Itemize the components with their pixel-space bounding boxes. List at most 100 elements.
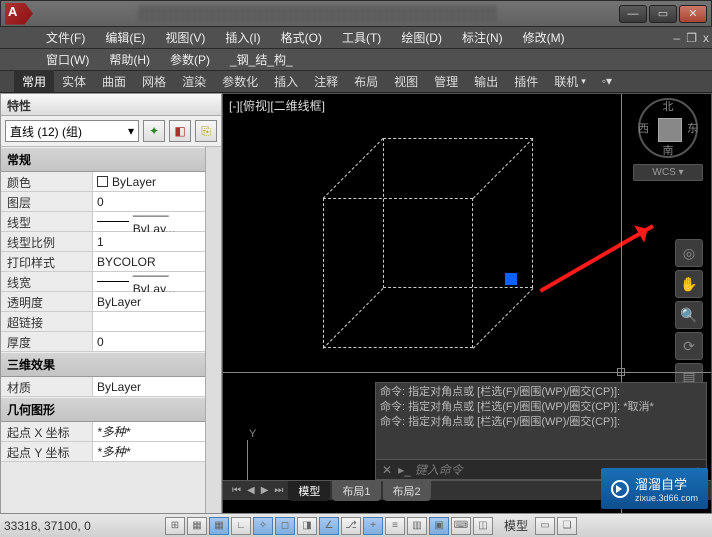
tab-mesh[interactable]: 网格: [134, 70, 174, 92]
property-row[interactable]: 起点 X 坐标*多种*: [1, 422, 205, 442]
command-close-icon[interactable]: ✕: [376, 463, 398, 477]
ducs-toggle[interactable]: ⎇: [341, 517, 361, 535]
doc-close[interactable]: x: [700, 31, 712, 45]
selected-objects[interactable]: [323, 138, 538, 368]
minimize-button[interactable]: —: [619, 5, 647, 23]
viewcube-face[interactable]: [658, 118, 682, 142]
menu-steel[interactable]: _钢_结_构_: [220, 49, 303, 71]
menu-draw[interactable]: 绘图(D): [391, 27, 452, 49]
property-value[interactable]: 0: [93, 332, 205, 351]
property-row[interactable]: 线宽——— ByLay...: [1, 272, 205, 292]
menu-param[interactable]: 参数(P): [160, 49, 220, 71]
infer-constraints[interactable]: ⊞: [165, 517, 185, 535]
category-header[interactable]: 常规⌄: [1, 147, 205, 172]
menu-file[interactable]: 文件(F): [36, 27, 95, 49]
property-value[interactable]: ——— ByLay...: [93, 212, 205, 231]
tab-surface[interactable]: 曲面: [94, 70, 134, 92]
lineweight-toggle[interactable]: ≡: [385, 517, 405, 535]
tab-output[interactable]: 输出: [466, 70, 506, 92]
property-row[interactable]: 颜色ByLayer: [1, 172, 205, 192]
osnap-toggle[interactable]: ◻: [275, 517, 295, 535]
am-toggle[interactable]: ◫: [473, 517, 493, 535]
tab-online[interactable]: 联机▾: [546, 70, 594, 92]
tab-layout[interactable]: 布局: [346, 70, 386, 92]
menu-format[interactable]: 格式(O): [271, 27, 332, 49]
property-value[interactable]: ——— ByLay...: [93, 272, 205, 291]
transparency-toggle[interactable]: ▥: [407, 517, 427, 535]
snap-toggle[interactable]: ▦: [187, 517, 207, 535]
otrack-toggle[interactable]: ∠: [319, 517, 339, 535]
tab-annot[interactable]: 注释: [306, 70, 346, 92]
menu-view[interactable]: 视图(V): [155, 27, 215, 49]
coordinate-readout[interactable]: 33318, 37100, 0: [4, 519, 164, 533]
command-window[interactable]: 命令: 指定对角点或 [栏选(F)/圈围(WP)/圈交(CP)]:命令: 指定对…: [375, 382, 707, 480]
tab-view[interactable]: 视图: [386, 70, 426, 92]
property-row[interactable]: 线型——— ByLay...: [1, 212, 205, 232]
tab-solid[interactable]: 实体: [54, 70, 94, 92]
selection-dropdown[interactable]: 直线 (12) (组) ▾: [5, 120, 139, 142]
property-row[interactable]: 超链接: [1, 312, 205, 332]
tab-model[interactable]: 模型: [288, 481, 330, 501]
property-value[interactable]: ByLayer: [93, 172, 205, 191]
menu-dim[interactable]: 标注(N): [452, 27, 513, 49]
property-value[interactable]: 1: [93, 232, 205, 251]
property-row[interactable]: 线型比例1: [1, 232, 205, 252]
compass-ring[interactable]: 北 南 东 西: [638, 98, 698, 158]
viewcube[interactable]: 北 南 东 西 WCS ▾: [633, 98, 703, 188]
ortho-toggle[interactable]: ∟: [231, 517, 251, 535]
tab-prev[interactable]: ◀: [244, 485, 258, 496]
pan-button[interactable]: ✋: [675, 270, 703, 298]
grid-toggle[interactable]: ▦: [209, 517, 229, 535]
orbit-button[interactable]: ⟳: [675, 332, 703, 360]
dyn-toggle[interactable]: +: [363, 517, 383, 535]
wcs-label[interactable]: WCS ▾: [633, 164, 703, 181]
property-row[interactable]: 透明度ByLayer: [1, 292, 205, 312]
category-header[interactable]: 几何图形⌄: [1, 397, 205, 422]
drawing-viewport[interactable]: [-][俯视][二维线框] 北 南 东 西 WCS ▾ ◎ ✋ 🔍 ⟳ ▤: [222, 93, 712, 517]
pickadd-toggle[interactable]: ⎘: [195, 120, 217, 142]
menu-help[interactable]: 帮助(H): [99, 49, 160, 71]
tab-paramet[interactable]: 参数化: [214, 70, 266, 92]
tab-plugin[interactable]: 插件: [506, 70, 546, 92]
3dosnap-toggle[interactable]: ◨: [297, 517, 317, 535]
tab-expand[interactable]: ◦▾: [594, 70, 620, 92]
category-header[interactable]: 三维效果⌄: [1, 352, 205, 377]
sc-toggle[interactable]: ⌨: [451, 517, 471, 535]
zoom-button[interactable]: 🔍: [675, 301, 703, 329]
doc-restore[interactable]: ❐: [683, 31, 700, 45]
full-nav-wheel[interactable]: ◎: [675, 239, 703, 267]
tab-render[interactable]: 渲染: [174, 70, 214, 92]
property-value[interactable]: ByLayer: [93, 292, 205, 311]
quick-select-button[interactable]: ✦: [143, 120, 165, 142]
tab-next[interactable]: ▶: [258, 485, 272, 496]
model-space-button[interactable]: 模型: [498, 517, 534, 534]
palette-scrollbar[interactable]: [205, 147, 221, 516]
quickview-layouts[interactable]: ▭: [535, 517, 555, 535]
qp-toggle[interactable]: ▣: [429, 517, 449, 535]
viewport-label[interactable]: [-][俯视][二维线框]: [229, 97, 325, 114]
tab-layout2[interactable]: 布局2: [383, 481, 431, 501]
property-value[interactable]: *多种*: [93, 422, 205, 441]
property-row[interactable]: 材质ByLayer: [1, 377, 205, 397]
menu-modify[interactable]: 修改(M): [513, 27, 575, 49]
quickview-drawings[interactable]: ❏: [557, 517, 577, 535]
tab-first[interactable]: ⏮: [229, 485, 244, 496]
doc-minimize[interactable]: –: [671, 31, 684, 45]
tab-home[interactable]: 常用: [14, 70, 54, 92]
menu-tools[interactable]: 工具(T): [332, 27, 391, 49]
menu-insert[interactable]: 插入(I): [215, 27, 270, 49]
maximize-button[interactable]: ▭: [649, 5, 677, 23]
menu-edit[interactable]: 编辑(E): [95, 27, 155, 49]
tab-manage[interactable]: 管理: [426, 70, 466, 92]
tab-insert[interactable]: 插入: [266, 70, 306, 92]
property-row[interactable]: 起点 Y 坐标*多种*: [1, 442, 205, 462]
select-objects-button[interactable]: ◧: [169, 120, 191, 142]
close-button[interactable]: ✕: [679, 5, 707, 23]
tab-layout1[interactable]: 布局1: [332, 481, 380, 501]
property-value[interactable]: ByLayer: [93, 377, 205, 396]
property-value[interactable]: *多种*: [93, 442, 205, 461]
property-row[interactable]: 厚度0: [1, 332, 205, 352]
property-value[interactable]: [93, 312, 205, 331]
polar-toggle[interactable]: ✧: [253, 517, 273, 535]
menu-window[interactable]: 窗口(W): [36, 49, 99, 71]
